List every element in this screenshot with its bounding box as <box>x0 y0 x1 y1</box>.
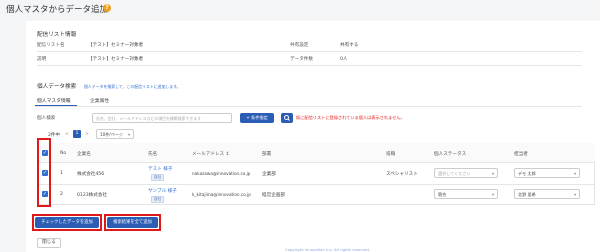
row-name-link[interactable]: サンプル 様子 <box>148 188 177 194</box>
col-name: 氏名 <box>148 152 158 157</box>
row-status-select[interactable]: 競合 ▾ <box>434 189 498 199</box>
add-all-button[interactable]: 検索結果を全て追加 <box>107 217 158 228</box>
share-value: 共有する <box>340 43 359 48</box>
row-email: k_kitajima@innovation.co.jp <box>192 192 251 197</box>
add-checked-button[interactable]: チェックしたデータを追加 <box>35 217 99 228</box>
row-status-value: 選択してください <box>438 170 471 176</box>
chevron-down-icon: ▾ <box>127 131 130 137</box>
col-company: 企業名 <box>77 152 91 157</box>
tab-personal-master[interactable]: 個人マスタ情報 <box>37 97 71 104</box>
desc-label: 説明 <box>37 57 47 62</box>
tab-divider <box>35 106 582 107</box>
row-status-select[interactable]: 選択してください ▾ <box>434 168 498 178</box>
row-badge: 自社 <box>151 174 165 181</box>
chevron-down-icon: ▾ <box>491 170 494 176</box>
row-department: 企業部 <box>262 172 276 177</box>
prev-page-button[interactable]: < <box>65 132 69 137</box>
row-company: 0123株式会社 <box>77 193 108 198</box>
row-owner-select[interactable]: 北野 亜希 ▾ <box>514 189 580 199</box>
list-name-label: 配信リスト名 <box>37 43 65 48</box>
col-email[interactable]: メールアドレス ↕ <box>192 151 229 157</box>
col-title: 役職 <box>386 152 396 157</box>
row-company: 株式会社456 <box>77 172 105 177</box>
distribution-section-title: 配信リスト情報 <box>37 32 77 38</box>
count-label: データ件数 <box>290 57 313 62</box>
row-status-value: 競合 <box>438 191 447 197</box>
row-title: スペシャリスト <box>386 172 418 177</box>
row-owner-value: 北野 亜希 <box>518 191 536 197</box>
chevron-down-icon: ▾ <box>573 191 576 197</box>
row-no: 1 <box>60 171 63 176</box>
page-title: 個人マスタからデータ追加 <box>6 5 109 15</box>
warning-text: 既に配信リストに登録されている個人は表示されません。 <box>296 115 405 120</box>
tab-company-attributes[interactable]: 企業属性 <box>90 97 109 104</box>
row-owner-value: デモ 太郎 <box>518 170 536 176</box>
row-badge: 自社 <box>151 196 165 203</box>
chevron-down-icon: ▾ <box>491 191 494 197</box>
close-button[interactable]: 閉じる <box>37 238 61 248</box>
row-divider <box>37 184 595 185</box>
checkbox-column-highlight <box>37 138 51 207</box>
search-label: 個人検索 <box>37 116 56 121</box>
chevron-down-icon: ▾ <box>573 170 576 176</box>
col-no: No <box>60 151 67 156</box>
help-icon[interactable]: ? <box>103 4 111 12</box>
footer-copyright: Copyright Innovation Inc. All rights res… <box>285 247 371 252</box>
per-page-value: 10件/ページ <box>100 131 123 137</box>
search-section-note: 個人データを検索して、この配信リストに追加します。 <box>84 83 181 89</box>
search-button[interactable] <box>281 113 293 123</box>
row-owner-select[interactable]: デモ 太郎 ▾ <box>514 168 580 178</box>
row-department: 経営企画部 <box>262 193 285 198</box>
search-icon <box>284 115 290 121</box>
table-header <box>37 143 595 163</box>
col-status: 個人ステータス <box>434 152 467 157</box>
per-page-select[interactable]: 10件/ページ ▾ <box>96 129 134 139</box>
condition-button[interactable]: + 条件指定 <box>240 113 274 123</box>
share-label: 共有設定 <box>290 43 309 48</box>
divider <box>37 51 582 52</box>
row-no: 2 <box>60 192 63 197</box>
count-value: 0人 <box>340 57 348 62</box>
row-name-link[interactable]: テスト 様子 <box>148 166 172 172</box>
page-number-current[interactable]: 1 <box>73 130 81 138</box>
search-input[interactable]: 氏名、会社、メールアドレスなどの項目を横断検索できます <box>92 113 232 123</box>
desc-value: 【テスト】セミナー対象者 <box>88 57 144 62</box>
divider <box>37 65 582 66</box>
col-owner: 担当者 <box>514 152 528 157</box>
col-department: 部署 <box>262 152 272 157</box>
next-page-button[interactable]: > <box>85 132 89 137</box>
list-name-value: 【テスト】セミナー対象者 <box>88 43 144 48</box>
search-section-title: 個人データ検索 <box>37 84 77 90</box>
row-email: nakazawa@innovation.co.jp <box>192 171 251 176</box>
